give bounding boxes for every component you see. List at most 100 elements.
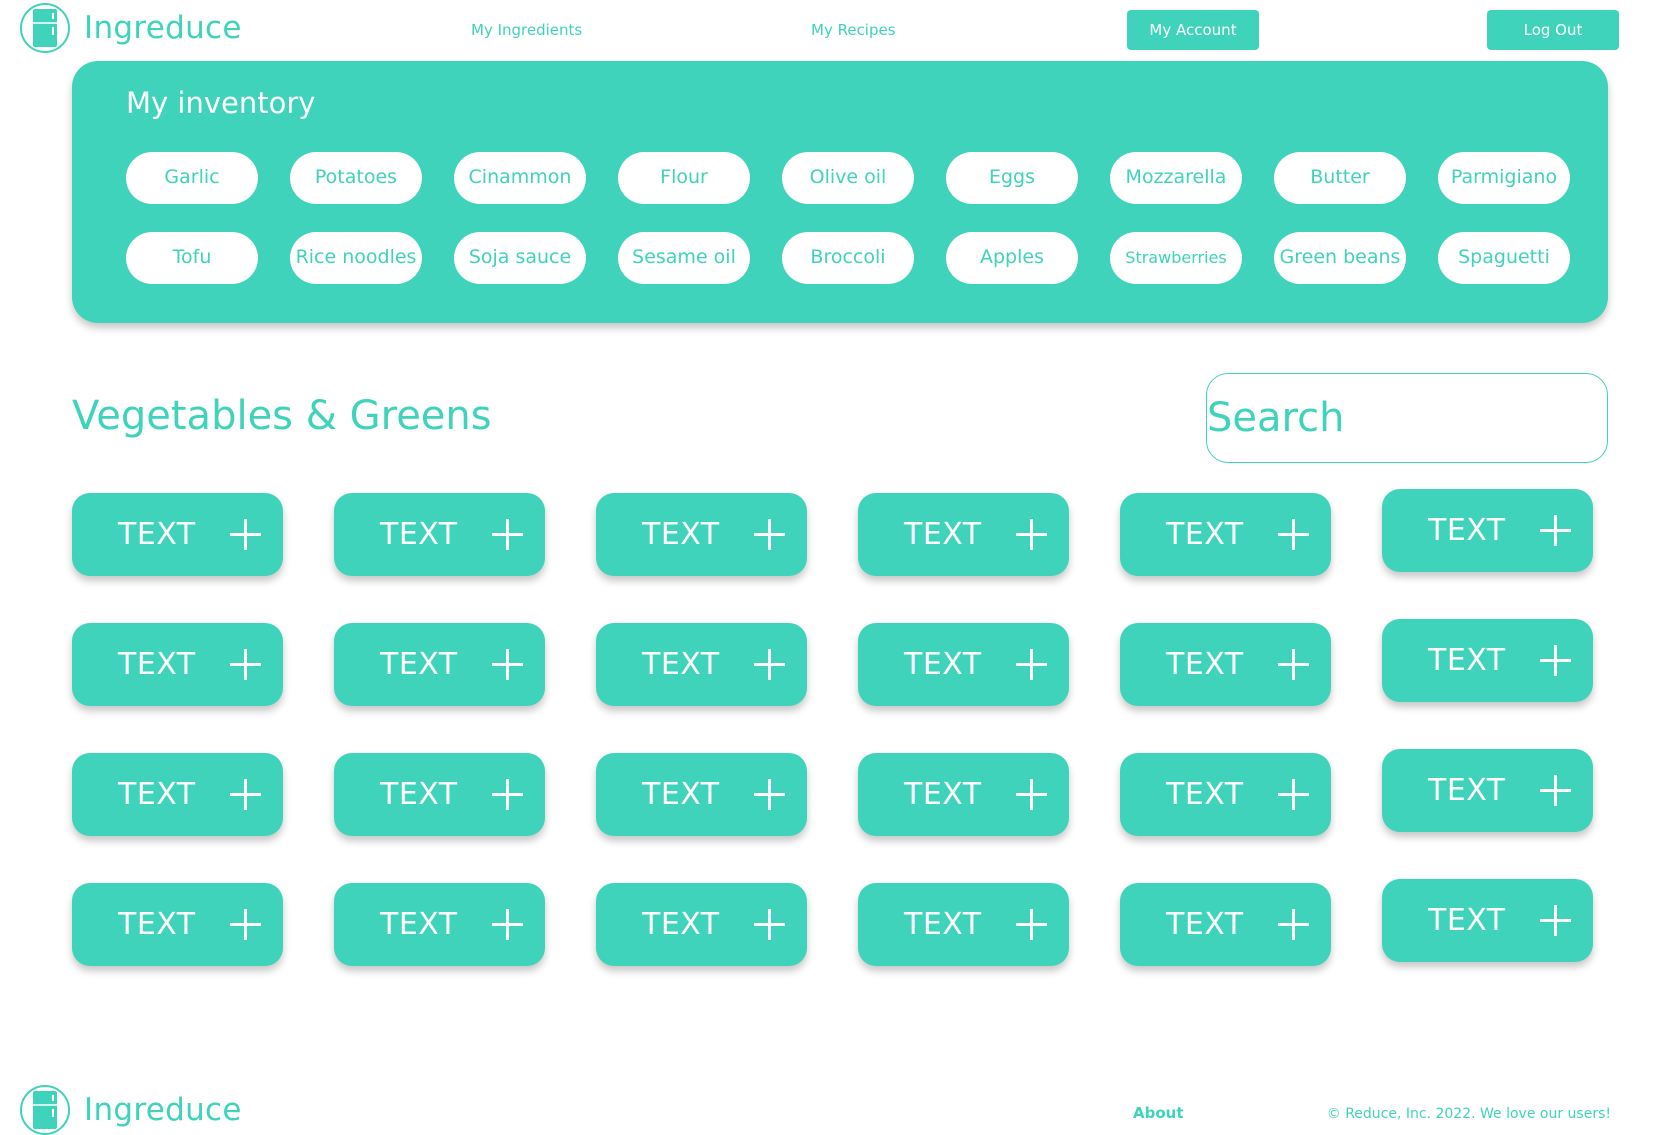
inventory-chip[interactable]: Olive oil — [782, 152, 914, 204]
nav-my-recipes[interactable]: My Recipes — [811, 21, 896, 39]
ingredient-tile[interactable]: TEXT — [1382, 879, 1593, 962]
nav-my-ingredients[interactable]: My Ingredients — [471, 21, 582, 39]
plus-icon[interactable] — [1278, 909, 1309, 940]
plus-icon[interactable] — [230, 779, 261, 810]
ingredient-tile[interactable]: TEXT — [334, 623, 545, 706]
inventory-chip[interactable]: Eggs — [946, 152, 1078, 204]
ingredient-tile-label: TEXT — [904, 777, 982, 812]
footer-logo[interactable]: Ingreduce — [20, 1085, 242, 1135]
plus-icon[interactable] — [230, 519, 261, 550]
ingredient-tile[interactable]: TEXT — [72, 753, 283, 836]
ingredient-tile-label: TEXT — [642, 777, 720, 812]
fridge-icon — [20, 1085, 70, 1135]
ingredient-tile-label: TEXT — [1428, 773, 1506, 808]
ingredient-tile[interactable]: TEXT — [858, 753, 1069, 836]
inventory-chip[interactable]: Cinammon — [454, 152, 586, 204]
ingredient-tile-label: TEXT — [1166, 517, 1244, 552]
plus-icon[interactable] — [1278, 649, 1309, 680]
inventory-chip[interactable]: Garlic — [126, 152, 258, 204]
log-out-button[interactable]: Log Out — [1487, 10, 1619, 50]
inventory-chip[interactable]: Potatoes — [290, 152, 422, 204]
ingredient-tile-label: TEXT — [380, 517, 458, 552]
plus-icon[interactable] — [230, 649, 261, 680]
ingredient-tile[interactable]: TEXT — [858, 493, 1069, 576]
plus-icon[interactable] — [492, 779, 523, 810]
ingredient-tile-label: TEXT — [380, 907, 458, 942]
ingredient-tile-label: TEXT — [904, 647, 982, 682]
ingredient-tile-label: TEXT — [904, 517, 982, 552]
ingredient-tile[interactable]: TEXT — [1120, 883, 1331, 966]
plus-icon[interactable] — [1278, 779, 1309, 810]
plus-icon[interactable] — [1540, 905, 1571, 936]
inventory-chip[interactable]: Parmigiano — [1438, 152, 1570, 204]
ingredient-tile[interactable]: TEXT — [72, 883, 283, 966]
inventory-chip[interactable]: Soja sauce — [454, 232, 586, 284]
inventory-chip[interactable]: Spaguetti — [1438, 232, 1570, 284]
ingredient-tile[interactable]: TEXT — [858, 883, 1069, 966]
ingredient-tile-label: TEXT — [1428, 513, 1506, 548]
plus-icon[interactable] — [754, 779, 785, 810]
inventory-chip[interactable]: Butter — [1274, 152, 1406, 204]
search-input[interactable] — [1206, 373, 1608, 463]
plus-icon[interactable] — [1016, 909, 1047, 940]
inventory-chip[interactable]: Apples — [946, 232, 1078, 284]
ingredient-tile[interactable]: TEXT — [1382, 489, 1593, 572]
plus-icon[interactable] — [1016, 649, 1047, 680]
plus-icon[interactable] — [1540, 515, 1571, 546]
ingredient-tile-label: TEXT — [1428, 903, 1506, 938]
ingredient-tile[interactable]: TEXT — [72, 623, 283, 706]
inventory-chip[interactable]: Mozzarella — [1110, 152, 1242, 204]
footer-brand-name: Ingreduce — [84, 1092, 242, 1128]
ingredient-tile[interactable]: TEXT — [858, 623, 1069, 706]
ingredient-tile[interactable]: TEXT — [1120, 493, 1331, 576]
brand-name: Ingreduce — [84, 10, 242, 46]
ingredient-tile[interactable]: TEXT — [596, 883, 807, 966]
ingredient-tile[interactable]: TEXT — [334, 493, 545, 576]
plus-icon[interactable] — [230, 909, 261, 940]
inventory-panel: My inventory Garlic Potatoes Cinammon Fl… — [72, 61, 1608, 323]
ingredient-tile[interactable]: TEXT — [1382, 749, 1593, 832]
plus-icon[interactable] — [1278, 519, 1309, 550]
ingredient-tile-label: TEXT — [1166, 647, 1244, 682]
plus-icon[interactable] — [1540, 775, 1571, 806]
plus-icon[interactable] — [492, 649, 523, 680]
inventory-chip[interactable]: Green beans — [1274, 232, 1406, 284]
inventory-title: My inventory — [126, 86, 316, 120]
ingredient-tile[interactable]: TEXT — [72, 493, 283, 576]
inventory-chip[interactable]: Flour — [618, 152, 750, 204]
my-account-button[interactable]: My Account — [1127, 10, 1259, 50]
ingredient-tile-label: TEXT — [1166, 907, 1244, 942]
ingredient-tile[interactable]: TEXT — [596, 623, 807, 706]
footer-about-link[interactable]: About — [1133, 1104, 1184, 1122]
ingredient-tile-label: TEXT — [380, 777, 458, 812]
plus-icon[interactable] — [1540, 645, 1571, 676]
plus-icon[interactable] — [754, 909, 785, 940]
ingredient-tile[interactable]: TEXT — [1120, 623, 1331, 706]
ingredient-tile-label: TEXT — [642, 517, 720, 552]
ingredient-tile-label: TEXT — [118, 777, 196, 812]
inventory-chip[interactable]: Strawberries — [1110, 232, 1242, 284]
inventory-chip[interactable]: Rice noodles — [290, 232, 422, 284]
footer-copyright: © Reduce, Inc. 2022. We love our users! — [1326, 1106, 1611, 1122]
ingredient-tile[interactable]: TEXT — [334, 753, 545, 836]
plus-icon[interactable] — [492, 519, 523, 550]
inventory-chip[interactable]: Sesame oil — [618, 232, 750, 284]
ingredient-tile[interactable]: TEXT — [334, 883, 545, 966]
plus-icon[interactable] — [754, 519, 785, 550]
inventory-chip[interactable]: Broccoli — [782, 232, 914, 284]
plus-icon[interactable] — [1016, 779, 1047, 810]
ingredient-tile[interactable]: TEXT — [1382, 619, 1593, 702]
ingredient-tile-label: TEXT — [118, 647, 196, 682]
inventory-chip[interactable]: Tofu — [126, 232, 258, 284]
plus-icon[interactable] — [1016, 519, 1047, 550]
ingredient-tile[interactable]: TEXT — [596, 493, 807, 576]
ingredient-tile-label: TEXT — [118, 517, 196, 552]
header-logo[interactable]: Ingreduce — [20, 3, 242, 53]
plus-icon[interactable] — [492, 909, 523, 940]
ingredient-tile[interactable]: TEXT — [596, 753, 807, 836]
ingredient-tile[interactable]: TEXT — [1120, 753, 1331, 836]
ingredient-tile-label: TEXT — [118, 907, 196, 942]
ingredient-tile-label: TEXT — [1166, 777, 1244, 812]
plus-icon[interactable] — [754, 649, 785, 680]
fridge-icon — [20, 3, 70, 53]
